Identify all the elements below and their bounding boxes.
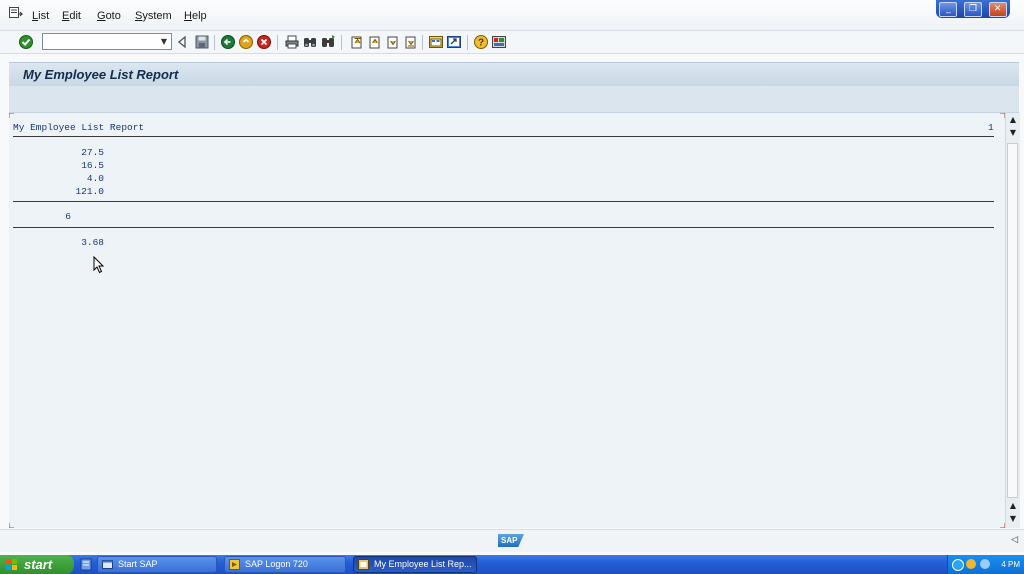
task-label: SAP Logon 720 (245, 559, 308, 569)
find-icon[interactable] (302, 34, 318, 50)
status-expand-icon[interactable]: ◁ (1011, 535, 1018, 545)
toolbar-separator (277, 35, 278, 50)
menu-help-label: elp (191, 10, 207, 22)
save-icon[interactable] (194, 34, 210, 50)
list-divider (13, 136, 994, 137)
task-start-sap[interactable]: Start SAP (97, 556, 217, 573)
list-output: My Employee List Report 1 27.5 16.5 4.0 … (9, 113, 1005, 528)
security-icon[interactable] (966, 559, 976, 569)
task-employee-list-report[interactable]: My Employee List Rep... (353, 556, 477, 573)
enter-icon[interactable] (18, 34, 34, 50)
task-sap-logon[interactable]: SAP Logon 720 (224, 556, 346, 573)
menu-system-label: ystem (142, 10, 172, 22)
command-field[interactable]: ▼ (42, 33, 172, 50)
start-label: start (24, 557, 53, 572)
svg-text:?: ? (478, 38, 484, 49)
application-toolbar (9, 86, 1019, 113)
menu-bar: List Edit Goto System Help _ ❐ ✕ (0, 0, 1024, 31)
first-page-icon[interactable] (348, 34, 364, 50)
cancel-icon[interactable] (256, 34, 272, 50)
quick-launch-icon[interactable] (80, 558, 92, 571)
standard-toolbar: ▼ ? (0, 31, 1024, 54)
restore-button[interactable]: ❐ (963, 1, 982, 17)
find-next-icon[interactable] (320, 34, 336, 50)
menu-help-accel: H (184, 10, 192, 22)
vertical-scrollbar[interactable]: ▲ ▼ ▲ ▼ (1005, 113, 1020, 528)
scrollbar-thumb[interactable] (1007, 143, 1018, 498)
exit-icon[interactable] (238, 34, 254, 50)
task-label: My Employee List Rep... (374, 559, 472, 569)
menu-list[interactable]: List (32, 10, 49, 22)
next-page-icon[interactable] (384, 34, 400, 50)
list-average: 3.68 (81, 237, 104, 248)
back-triangle-icon[interactable] (174, 34, 190, 50)
list-value: 121.0 (75, 186, 104, 197)
start-button[interactable]: start (0, 555, 74, 574)
menu-system[interactable]: System (135, 10, 172, 22)
menu-goto-label: oto (105, 10, 121, 22)
scroll-up-icon[interactable]: ▲ (1008, 501, 1018, 511)
close-button[interactable]: ✕ (988, 1, 1007, 17)
layout-icon[interactable] (491, 34, 507, 50)
last-page-icon[interactable] (402, 34, 418, 50)
windows-flag-icon (6, 559, 17, 570)
corner-mark (9, 113, 14, 118)
menu-edit-label: dit (69, 10, 81, 22)
scroll-up-icon[interactable]: ▲ (1008, 115, 1018, 125)
sap-report-icon (358, 559, 369, 570)
previous-page-icon[interactable] (366, 34, 382, 50)
list-divider (13, 227, 994, 228)
menu-help[interactable]: Help (184, 10, 207, 22)
mouse-cursor-icon (93, 256, 105, 274)
back-icon[interactable] (220, 34, 236, 50)
menu-edit[interactable]: Edit (62, 10, 81, 22)
status-bar: SAP ◁ (0, 529, 1024, 552)
list-page-number: 1 (988, 122, 994, 133)
sap-window-icon (102, 560, 113, 569)
scroll-down-icon[interactable]: ▼ (1008, 128, 1018, 138)
list-value: 27.5 (81, 147, 104, 158)
scroll-down-icon[interactable]: ▼ (1008, 514, 1018, 524)
sap-logon-icon (229, 559, 240, 570)
system-tray: 4 PM (947, 555, 1024, 574)
list-value: 4.0 (86, 173, 104, 184)
network-icon[interactable] (952, 559, 964, 571)
help-icon[interactable]: ? (473, 34, 489, 50)
chevron-down-icon[interactable]: ▼ (158, 35, 170, 48)
corner-mark (9, 523, 14, 528)
menu-list-label: ist (38, 10, 50, 22)
taskbar: start Start SAP SAP Logon 720 My Employe… (0, 555, 1024, 574)
list-divider (13, 201, 994, 202)
menu-icon[interactable] (9, 7, 23, 19)
title-bar: My Employee List Report (9, 62, 1019, 86)
volume-icon[interactable] (980, 559, 990, 569)
list-value: 16.5 (81, 160, 104, 171)
list-count: 6 (65, 211, 71, 222)
toolbar-separator (214, 35, 215, 50)
menu-goto-accel: G (97, 10, 106, 22)
page-title: My Employee List Report (23, 67, 179, 82)
toolbar-separator (422, 35, 423, 50)
shortcut-icon[interactable] (446, 34, 462, 50)
print-icon[interactable] (284, 34, 300, 50)
create-session-icon[interactable] (428, 34, 444, 50)
minimize-button[interactable]: _ (939, 1, 958, 17)
menu-goto[interactable]: Goto (97, 10, 121, 22)
clock: 4 PM (1001, 560, 1020, 569)
window-controls: _ ❐ ✕ (936, 0, 1010, 18)
sap-logo: SAP (498, 534, 524, 547)
toolbar-separator (467, 35, 468, 50)
toolbar-separator (341, 35, 342, 50)
task-label: Start SAP (118, 559, 158, 569)
list-header-title: My Employee List Report (13, 122, 145, 133)
